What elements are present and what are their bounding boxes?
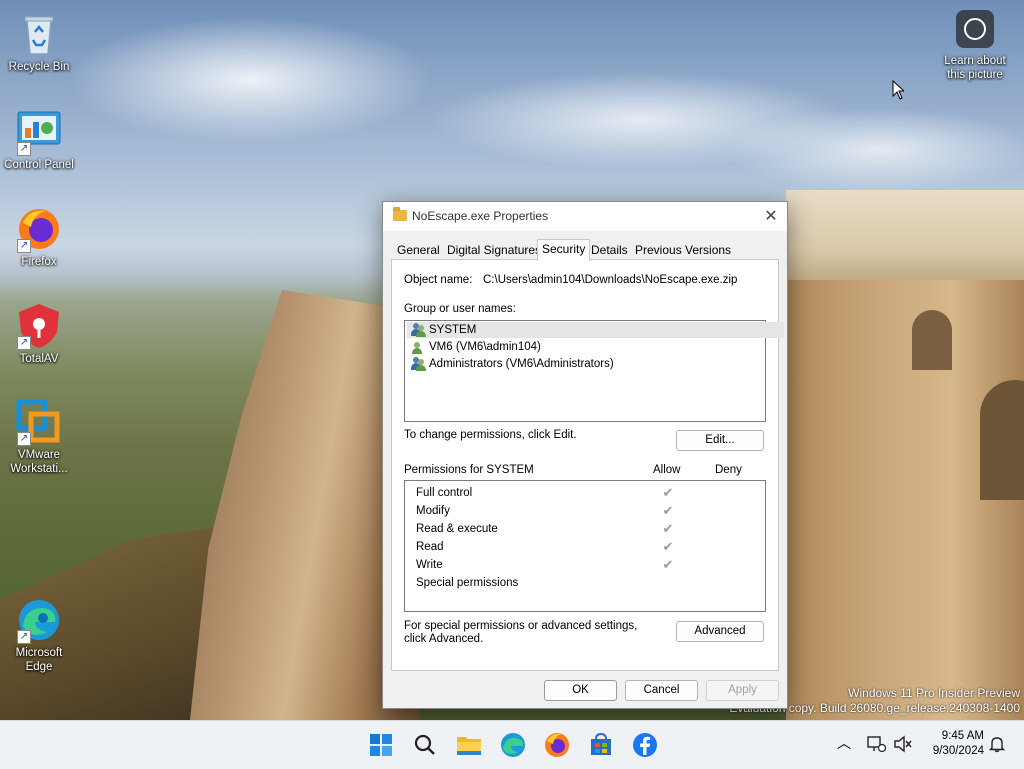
permission-row-read: Read ✔ [416, 538, 766, 556]
desktop-icon-label: Firefox [21, 256, 57, 268]
notification-bell-icon[interactable] [988, 735, 1006, 753]
tab-strip: General Digital Signatures Security Deta… [391, 239, 781, 261]
desktop-icon-vmware[interactable]: ↗ VMware Workstati... [1, 398, 77, 476]
dialog-titlebar[interactable]: NoEscape.exe Properties ✕ [383, 202, 787, 231]
shortcut-arrow-icon: ↗ [17, 142, 31, 156]
learn-about-picture[interactable]: Learn about this picture [936, 10, 1014, 82]
user-name: VM6 (VM6\admin104) [429, 341, 541, 353]
mouse-cursor-icon [892, 80, 904, 100]
security-panel: Object name: C:\Users\admin104\Downloads… [391, 259, 784, 671]
desktop-icon-label: TotalAV [19, 353, 59, 365]
clock-date: 9/30/2024 [932, 745, 984, 757]
permission-name: Modify [416, 505, 450, 517]
firefox-icon: ↗ [15, 205, 63, 253]
desktop-icon-totalav[interactable]: ↗ TotalAV [1, 302, 77, 366]
user-name: Administrators (VM6\Administrators) [429, 358, 614, 370]
clock-time: 9:45 AM [941, 730, 984, 742]
permissions-for-label: Permissions for SYSTEM [404, 464, 534, 476]
tab-general[interactable]: General [393, 241, 444, 259]
permission-row-special: Special permissions [416, 574, 766, 592]
permission-row-read-execute: Read & execute ✔ [416, 520, 766, 538]
permission-name: Write [416, 559, 443, 571]
desktop-icon-edge[interactable]: ↗ Microsoft Edge [1, 596, 77, 674]
store-icon[interactable] [587, 731, 615, 759]
dialog-title: NoEscape.exe Properties [412, 209, 549, 223]
user-name: SYSTEM [429, 324, 477, 336]
tab-security[interactable]: Security [537, 239, 591, 261]
wallpaper-bridge-window [912, 310, 952, 370]
desktop-icon-firefox[interactable]: ↗ Firefox [1, 205, 77, 269]
firefox-icon[interactable] [543, 731, 571, 759]
permission-name: Special permissions [416, 577, 519, 589]
object-name-value: C:\Users\admin104\Downloads\NoEscape.exe… [483, 274, 738, 286]
permission-row-modify: Modify ✔ [416, 502, 766, 520]
deny-header: Deny [715, 464, 742, 476]
allow-check-icon: ✔ [662, 539, 674, 554]
user-row-admin104[interactable]: VM6 (VM6\admin104) [407, 339, 784, 355]
close-button[interactable]: ✕ [755, 202, 787, 231]
allow-check-icon: ✔ [662, 485, 674, 500]
vmware-icon: ↗ [15, 398, 63, 446]
wallpaper-bridge-arch [980, 380, 1024, 500]
network-icon[interactable] [866, 735, 887, 753]
folder-zip-icon [393, 207, 407, 221]
ok-button[interactable]: OK [544, 680, 617, 701]
totalav-icon: ↗ [15, 302, 63, 350]
permission-name: Read [416, 541, 444, 553]
shortcut-arrow-icon: ↗ [17, 630, 31, 644]
tab-digital-signatures[interactable]: Digital Signatures [443, 241, 545, 259]
allow-check-icon: ✔ [662, 503, 674, 518]
object-name-label: Object name: [404, 274, 473, 286]
permission-name: Full control [416, 487, 473, 499]
recycle-bin-icon [15, 10, 63, 58]
shortcut-arrow-icon: ↗ [17, 432, 31, 446]
tab-previous-versions[interactable]: Previous Versions [631, 241, 735, 259]
user-list[interactable]: SYSTEM VM6 (VM6\admin104) Administrators… [404, 320, 784, 422]
group-users-icon [411, 357, 426, 371]
clock[interactable]: 9:45 AM 9/30/2024 [920, 729, 984, 759]
allow-header: Allow [653, 464, 681, 476]
change-permissions-text: To change permissions, click Edit. [404, 429, 577, 441]
tab-details[interactable]: Details [587, 241, 632, 259]
shortcut-arrow-icon: ↗ [17, 239, 31, 253]
permission-row-write: Write ✔ [416, 556, 766, 574]
search-icon[interactable] [411, 731, 439, 759]
volume-muted-icon[interactable] [893, 735, 913, 753]
properties-dialog: NoEscape.exe Properties ✕ General Digita… [382, 201, 788, 709]
control-panel-icon: ↗ [15, 108, 63, 156]
camera-info-icon [956, 10, 994, 48]
allow-check-icon: ✔ [662, 521, 674, 536]
wallpaper-bridge [786, 280, 1024, 720]
user-row-administrators[interactable]: Administrators (VM6\Administrators) [407, 356, 784, 372]
advanced-button[interactable]: Advanced [676, 621, 764, 642]
desktop-icon-label: Recycle Bin [8, 61, 70, 73]
edge-icon[interactable] [499, 731, 527, 759]
user-icon [411, 340, 426, 354]
taskbar: ︿ 9:45 AM 9/30/2024 [0, 720, 1024, 769]
shortcut-arrow-icon: ↗ [17, 336, 31, 350]
group-users-icon [411, 323, 426, 337]
desktop-icon-label: VMware Workstati... [10, 449, 68, 475]
permissions-list[interactable]: Full control ✔ Modify ✔ Read & execute ✔… [404, 480, 766, 612]
cancel-button[interactable]: Cancel [625, 680, 698, 701]
desktop-icon-label: Microsoft Edge [15, 647, 63, 673]
permission-row-full-control: Full control ✔ [416, 484, 766, 502]
edit-button[interactable]: Edit... [676, 430, 764, 451]
edge-icon: ↗ [15, 596, 63, 644]
group-names-label: Group or user names: [404, 303, 516, 315]
learn-about-label: Learn about this picture [944, 55, 1006, 81]
allow-check-icon: ✔ [662, 557, 674, 572]
user-row-system[interactable]: SYSTEM [407, 322, 784, 338]
desktop-icon-recycle-bin[interactable]: Recycle Bin [1, 10, 77, 74]
special-permissions-text: For special permissions or advanced sett… [404, 620, 638, 645]
file-explorer-icon[interactable] [455, 731, 483, 759]
desktop-icon-label: Control Panel [4, 159, 74, 171]
wallpaper-town [786, 190, 1024, 290]
facebook-icon[interactable] [631, 731, 659, 759]
start-icon[interactable] [367, 731, 395, 759]
apply-button[interactable]: Apply [706, 680, 779, 701]
chevron-up-icon[interactable]: ︿ [836, 735, 852, 751]
permission-name: Read & execute [416, 523, 498, 535]
desktop-icon-control-panel[interactable]: ↗ Control Panel [1, 108, 77, 172]
